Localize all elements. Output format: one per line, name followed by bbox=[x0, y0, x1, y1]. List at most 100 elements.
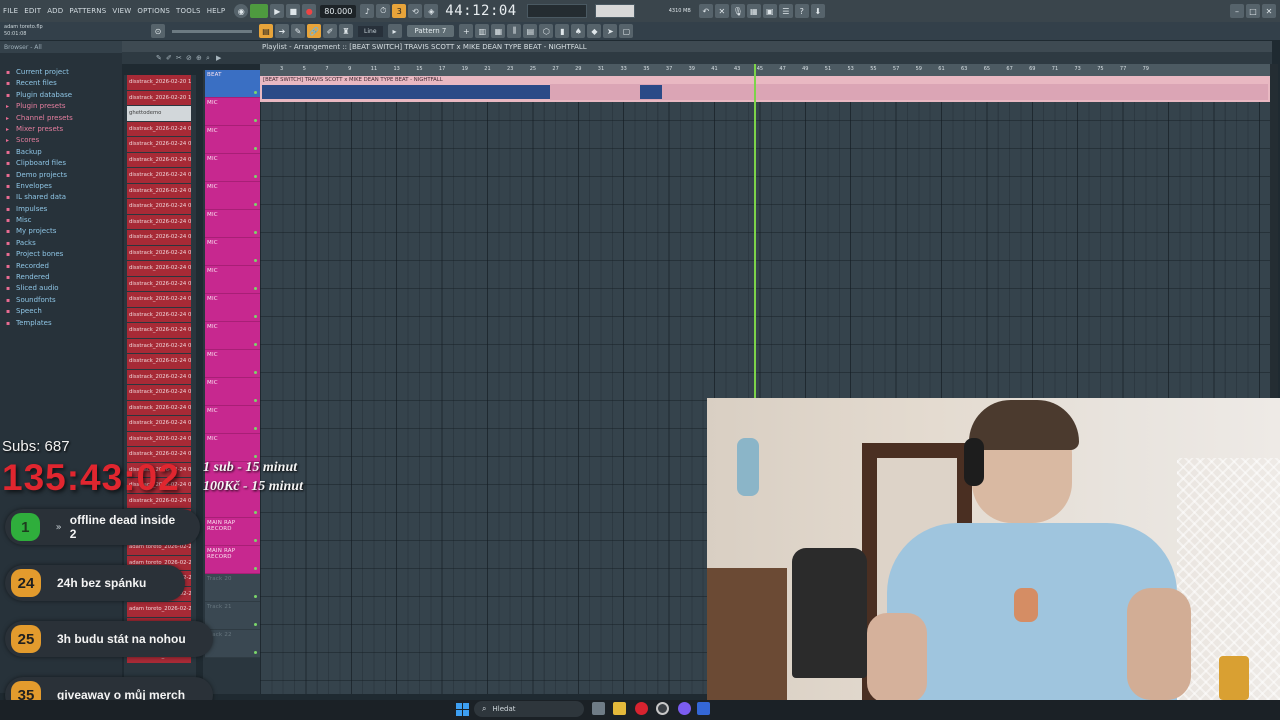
clipboard-icon[interactable]: ▮ bbox=[555, 24, 570, 38]
close-icon[interactable]: ✕ bbox=[1262, 4, 1276, 18]
track-header[interactable]: Track 20 bbox=[205, 574, 260, 602]
browser-item[interactable]: ▪ IL shared data bbox=[6, 192, 122, 203]
track-header[interactable]: Track 22 bbox=[205, 630, 260, 658]
next-icon[interactable]: ➔ bbox=[275, 24, 289, 38]
pattern-item[interactable]: disstrack_2026-02-24 06... bbox=[127, 230, 191, 246]
paint-tool-icon[interactable]: ✐ bbox=[166, 54, 174, 62]
track-mute-led[interactable] bbox=[254, 371, 257, 374]
pattern-item[interactable]: disstrack_2026-02-24 06... bbox=[127, 199, 191, 215]
wait-input-icon[interactable]: ⏱ bbox=[376, 4, 391, 18]
track-mute-led[interactable] bbox=[254, 651, 257, 654]
track-header[interactable]: MAIN RAP RECORD bbox=[205, 546, 260, 574]
track-mute-led[interactable] bbox=[254, 427, 257, 430]
menu-tools[interactable]: TOOLS bbox=[173, 7, 204, 15]
playlist-icon[interactable]: ▤ bbox=[259, 24, 273, 38]
pattern-item[interactable]: disstrack_2026-02-24 06... bbox=[127, 276, 191, 292]
tool-brush-icon[interactable]: ✐ bbox=[323, 24, 337, 38]
timeline-ruler[interactable]: 3 5 7 9 11 13 15 17 19 21 23 25 27 29 31 33 35 37 39 41 43 45… bbox=[260, 64, 1270, 76]
track-mute-led[interactable] bbox=[254, 567, 257, 570]
track-header[interactable]: Track 21 bbox=[205, 602, 260, 630]
channel-icon[interactable]: ▦ bbox=[491, 24, 506, 38]
track-header[interactable]: MIC bbox=[205, 406, 260, 434]
pattern-item[interactable]: disstrack_2026-02-24 06... bbox=[127, 214, 191, 230]
minimize-icon[interactable]: – bbox=[1230, 4, 1244, 18]
track-mute-led[interactable] bbox=[254, 623, 257, 626]
chevron-right-icon[interactable]: ▸ bbox=[387, 24, 402, 38]
tempo-display[interactable]: 80.000 bbox=[320, 4, 357, 18]
menu-add[interactable]: ADD bbox=[44, 7, 66, 15]
add-pattern-icon[interactable]: + bbox=[459, 24, 474, 38]
discord-icon[interactable] bbox=[678, 702, 691, 715]
file-explorer-icon[interactable] bbox=[613, 702, 626, 715]
windows-start-icon[interactable] bbox=[456, 703, 469, 716]
track-mute-led[interactable] bbox=[254, 315, 257, 318]
track-header[interactable]: MIC bbox=[205, 210, 260, 238]
track-mute-led[interactable] bbox=[254, 259, 257, 262]
track-header[interactable]: MIC bbox=[205, 350, 260, 378]
track-header[interactable]: MIC bbox=[205, 322, 260, 350]
pattern-item[interactable]: disstrack_2026-02-24 06... bbox=[127, 354, 191, 370]
loop-record-icon[interactable]: ⟲ bbox=[408, 4, 423, 18]
track-header[interactable]: MIC bbox=[205, 238, 260, 266]
opera-icon[interactable] bbox=[635, 702, 648, 715]
track-mute-led[interactable] bbox=[254, 119, 257, 122]
pattern-select[interactable]: Pattern 7 bbox=[406, 25, 455, 37]
download-icon[interactable]: ⬇ bbox=[810, 4, 825, 18]
menu-view[interactable]: VIEW bbox=[109, 7, 134, 15]
browser-item[interactable]: ▪ Impulses bbox=[6, 204, 122, 215]
piano-roll-icon[interactable]: ▥ bbox=[475, 24, 490, 38]
browser-item[interactable]: ▸ Plugin presets bbox=[6, 101, 122, 112]
metronome-icon[interactable]: ♪ bbox=[360, 4, 375, 18]
tag-icon[interactable]: ➤ bbox=[603, 24, 618, 38]
browser-item[interactable]: ▪ My projects bbox=[6, 226, 122, 237]
pattern-item[interactable]: disstrack_2026-02-24 06... bbox=[127, 292, 191, 308]
track-mute-led[interactable] bbox=[254, 91, 257, 94]
track-mute-led[interactable] bbox=[254, 147, 257, 150]
browser-header[interactable]: Browser - All bbox=[0, 41, 122, 53]
mixer-sliders-icon[interactable]: ⫼ bbox=[507, 24, 522, 38]
browser-item[interactable]: ▪ Plugin database bbox=[6, 90, 122, 101]
channel-rack-icon[interactable]: ▦ bbox=[746, 4, 761, 18]
chrome-icon[interactable] bbox=[656, 702, 669, 715]
pattern-item[interactable]: disstrack_2026-02-24 06... bbox=[127, 338, 191, 354]
select-tool-icon[interactable]: ✎ bbox=[156, 54, 164, 62]
pattern-item[interactable]: disstrack_2026-02-24 06... bbox=[127, 416, 191, 432]
plugin-icon[interactable]: ▣ bbox=[762, 4, 777, 18]
task-view-icon[interactable] bbox=[592, 702, 605, 715]
tool-pencil-icon[interactable]: ✎ bbox=[291, 24, 305, 38]
browser-item[interactable]: ▪ Recorded bbox=[6, 261, 122, 272]
track-mute-led[interactable] bbox=[254, 399, 257, 402]
maximize-icon[interactable]: □ bbox=[1246, 4, 1260, 18]
browser-item[interactable]: ▪ Current project bbox=[6, 67, 122, 78]
track-header[interactable]: MIC bbox=[205, 182, 260, 210]
bookmark-icon[interactable]: ▢ bbox=[619, 24, 634, 38]
taskbar-search[interactable]: ⌕ Hledat bbox=[474, 701, 584, 717]
menu-file[interactable]: FILE bbox=[0, 7, 21, 15]
pattern-item[interactable]: disstrack_2026-02-24 06... bbox=[127, 168, 191, 184]
track-header[interactable]: MIC bbox=[205, 378, 260, 406]
browser-item[interactable]: ▪ Packs bbox=[6, 238, 122, 249]
browser-item[interactable]: ▪ Demo projects bbox=[6, 170, 122, 181]
pattern-item[interactable]: disstrack_2026-02-20 15... bbox=[127, 90, 191, 106]
edison-icon[interactable]: ◆ bbox=[587, 24, 602, 38]
browser-item[interactable]: ▪ Envelopes bbox=[6, 181, 122, 192]
track-mute-led[interactable] bbox=[254, 595, 257, 598]
pattern-item[interactable]: ghettodemo bbox=[127, 106, 191, 122]
browser-item[interactable]: ▪ Soundfonts bbox=[6, 295, 122, 306]
track-header[interactable]: MIC bbox=[205, 266, 260, 294]
master-pitch-slider[interactable] bbox=[172, 29, 252, 33]
track-mute-led[interactable] bbox=[254, 231, 257, 234]
countdown-icon[interactable]: 3 bbox=[392, 4, 407, 18]
pattern-item[interactable]: disstrack_2026-02-24 06... bbox=[127, 152, 191, 168]
menu-patterns[interactable]: PATTERNS bbox=[66, 7, 109, 15]
track-mute-led[interactable] bbox=[254, 455, 257, 458]
track-header[interactable]: MIC bbox=[205, 294, 260, 322]
browser-item[interactable]: ▸ Channel presets bbox=[6, 113, 122, 124]
tool-link-icon[interactable]: 🔗 bbox=[307, 24, 321, 38]
pattern-item[interactable]: disstrack_2026-02-24 06... bbox=[127, 431, 191, 447]
menu-help[interactable]: HELP bbox=[204, 7, 229, 15]
zoom-tool-icon[interactable]: ⌕ bbox=[206, 54, 214, 62]
pattern-item[interactable]: disstrack_2026-02-24 06... bbox=[127, 121, 191, 137]
slice-tool-icon[interactable]: ⊕ bbox=[196, 54, 204, 62]
browser-item[interactable]: ▸ Scores bbox=[6, 135, 122, 146]
